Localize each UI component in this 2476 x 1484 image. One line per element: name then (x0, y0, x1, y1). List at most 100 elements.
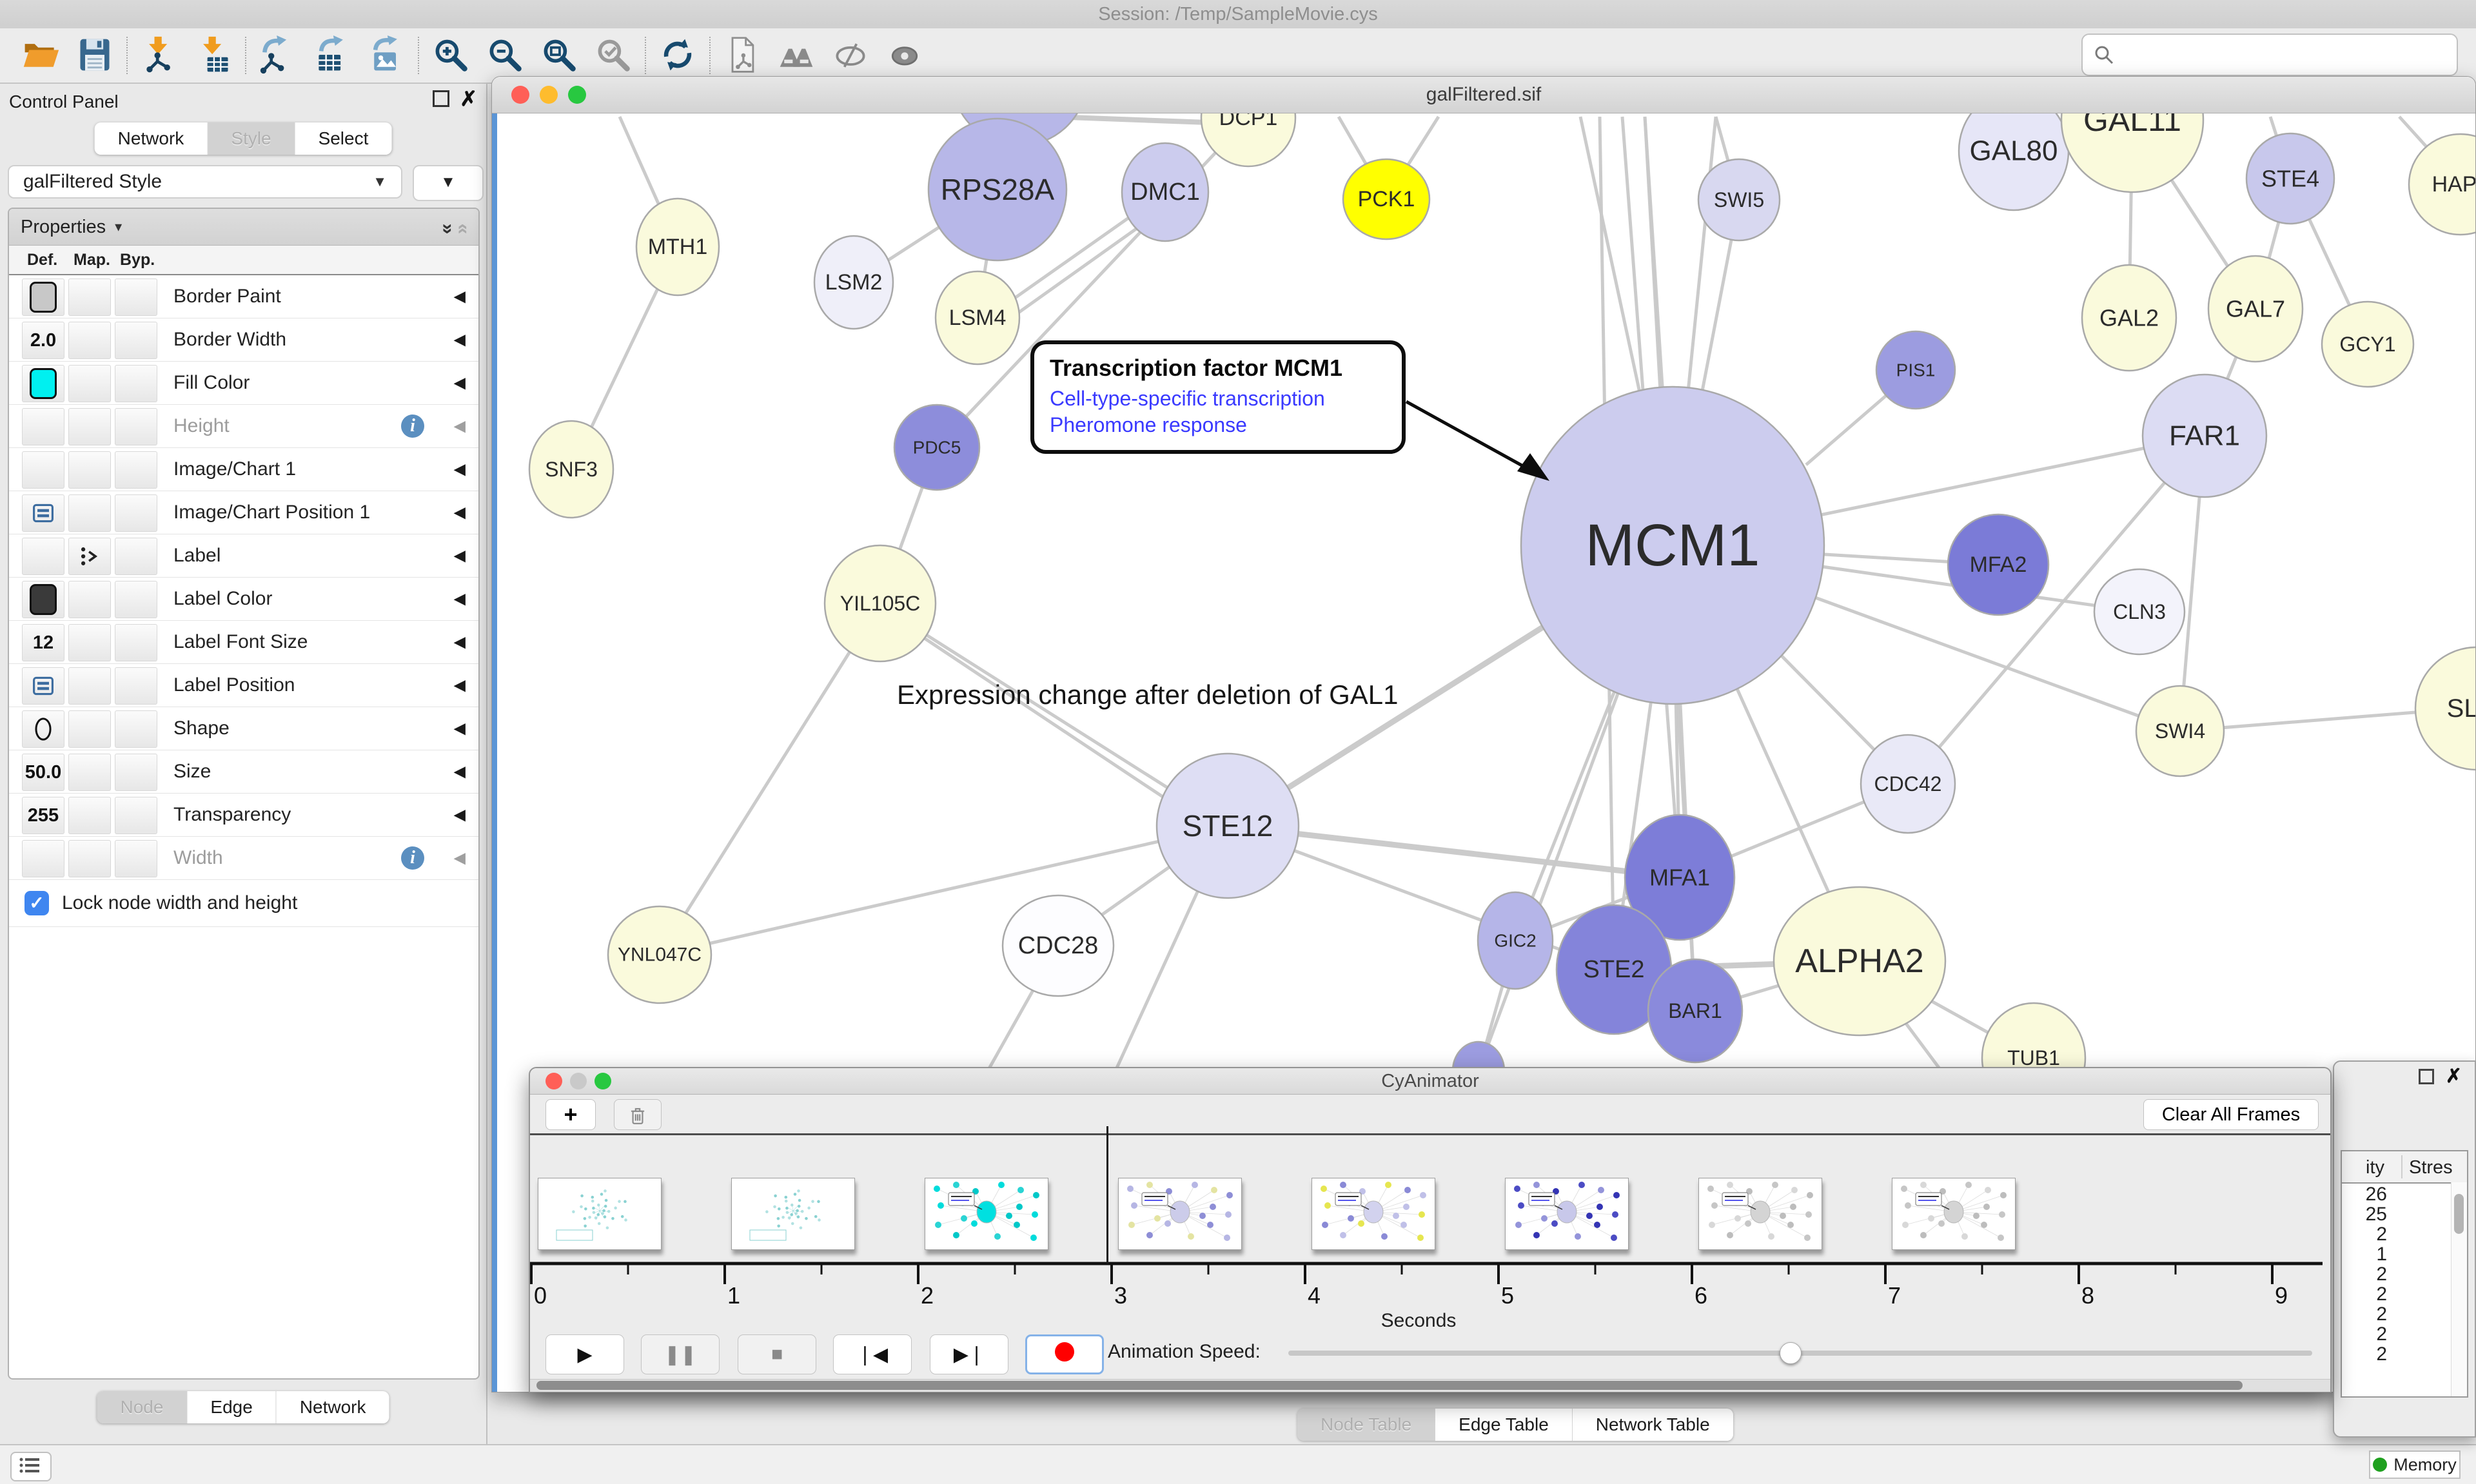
results-row[interactable]: 2 (2342, 1323, 2467, 1343)
style-target-tab-node[interactable]: Node (97, 1391, 187, 1423)
def-value-cell[interactable] (22, 667, 64, 705)
network-node-pis1[interactable]: PIS1 (1876, 331, 1955, 409)
expand-row-icon[interactable]: ◀ (454, 590, 466, 609)
map-value-cell[interactable] (68, 624, 111, 661)
show-details-button[interactable] (883, 34, 926, 77)
def-value-cell[interactable] (22, 408, 64, 445)
frame-thumbnail-1[interactable] (731, 1178, 855, 1250)
expand-row-icon[interactable]: ◀ (454, 460, 466, 479)
results-table-header[interactable]: ity Stres (2342, 1151, 2467, 1184)
expand-row-icon[interactable]: ◀ (454, 331, 466, 349)
network-node-ste4[interactable]: STE4 (2246, 133, 2334, 224)
network-window-titlebar[interactable]: galFiltered.sif (492, 77, 2475, 113)
byp-value-cell[interactable] (115, 451, 157, 489)
network-node-dmc1[interactable]: DMC1 (1122, 143, 1208, 241)
table-tab-edge-table[interactable]: Edge Table (1435, 1409, 1573, 1441)
app-zoom-icon[interactable] (71, 8, 88, 24)
network-node-mcm1[interactable]: MCM1 (1521, 387, 1824, 704)
memory-button[interactable]: Memory (2369, 1450, 2461, 1479)
byp-value-cell[interactable] (115, 797, 157, 834)
byp-value-cell[interactable] (115, 408, 157, 445)
map-value-cell[interactable] (68, 754, 111, 791)
step-backward-button[interactable]: ❘◀ (833, 1334, 912, 1374)
zoom-selected-button[interactable] (592, 34, 634, 77)
results-row[interactable]: 2 (2342, 1264, 2467, 1284)
def-value-cell[interactable] (22, 365, 64, 402)
map-value-cell[interactable] (68, 365, 111, 402)
pause-button[interactable]: ❚❚ (641, 1334, 720, 1374)
timeline-playhead[interactable] (1106, 1126, 1108, 1264)
import-table-button[interactable] (192, 34, 235, 77)
def-value-cell[interactable] (22, 451, 64, 489)
tab-network[interactable]: Network (95, 122, 208, 155)
byp-value-cell[interactable] (115, 624, 157, 661)
network-node-cln3[interactable]: CLN3 (2094, 569, 2185, 654)
property-row-fill-color[interactable]: Fill Color◀ (9, 362, 478, 405)
table-tab-network-table[interactable]: Network Table (1573, 1409, 1733, 1441)
cyanimator-titlebar[interactable]: CyAnimator (530, 1068, 2330, 1095)
style-options-button[interactable]: ▼ (413, 165, 484, 201)
export-table-button[interactable] (311, 34, 353, 77)
property-row-size[interactable]: 50.0Size◀ (9, 750, 478, 794)
map-value-cell[interactable] (68, 581, 111, 618)
zoom-fit-button[interactable] (538, 34, 580, 77)
annotation-link[interactable]: Pheromone response (1050, 413, 1386, 437)
network-node-far1[interactable]: FAR1 (2143, 375, 2266, 497)
def-value-cell[interactable]: 2.0 (22, 322, 64, 359)
window-zoom-icon[interactable] (594, 1073, 611, 1089)
clear-all-frames-button[interactable]: Clear All Frames (2143, 1099, 2319, 1130)
map-value-cell[interactable] (68, 797, 111, 834)
window-close-icon[interactable] (511, 86, 529, 104)
network-node-ste12[interactable]: STE12 (1157, 754, 1299, 898)
results-row[interactable]: 26 (2342, 1184, 2467, 1204)
float-panel-icon[interactable] (433, 90, 449, 107)
tab-style[interactable]: Style (208, 122, 295, 155)
frame-thumbnail-4[interactable] (1312, 1178, 1435, 1250)
window-close-icon[interactable] (545, 1073, 562, 1089)
frame-thumbnail-2[interactable] (925, 1178, 1048, 1250)
play-button[interactable]: ▶ (545, 1334, 624, 1374)
network-node-mfa2[interactable]: MFA2 (1948, 514, 2049, 615)
network-node-gic2[interactable]: GIC2 (1478, 892, 1553, 989)
app-close-icon[interactable] (14, 8, 31, 24)
properties-header[interactable]: Properties ▾ » « (9, 209, 478, 246)
property-row-height[interactable]: Heighti◀ (9, 405, 478, 448)
expand-row-icon[interactable]: ◀ (454, 417, 466, 436)
results-row[interactable]: 2 (2342, 1224, 2467, 1244)
hide-details-button[interactable] (829, 34, 872, 77)
byp-value-cell[interactable] (115, 278, 157, 316)
byp-value-cell[interactable] (115, 538, 157, 575)
network-node-bar1[interactable]: BAR1 (1648, 959, 1742, 1062)
frame-thumbnail-5[interactable] (1505, 1178, 1629, 1250)
network-node-slt2[interactable]: SLT2 (2415, 647, 2476, 770)
network-node-yil105c[interactable]: YIL105C (825, 545, 936, 661)
frame-thumbnail-3[interactable] (1118, 1178, 1242, 1250)
network-document-button[interactable] (721, 34, 763, 77)
network-node-alpha2[interactable]: ALPHA2 (1774, 887, 1945, 1035)
tab-select[interactable]: Select (295, 122, 392, 155)
expand-row-icon[interactable]: ◀ (454, 849, 466, 868)
step-forward-button[interactable]: ▶❘ (930, 1334, 1008, 1374)
map-value-cell[interactable] (68, 451, 111, 489)
frame-thumbnail-6[interactable] (1698, 1178, 1822, 1250)
app-minimize-icon[interactable] (43, 8, 59, 24)
info-icon[interactable]: i (401, 846, 424, 870)
window-minimize-icon[interactable] (570, 1073, 587, 1089)
network-node-cdc28[interactable]: CDC28 (1003, 895, 1114, 996)
expand-row-icon[interactable]: ◀ (454, 374, 466, 393)
network-node-rps28a[interactable]: RPS28A (928, 119, 1066, 260)
zoom-in-button[interactable] (429, 34, 472, 77)
property-row-shape[interactable]: Shape◀ (9, 707, 478, 750)
property-row-border-width[interactable]: 2.0Border Width◀ (9, 318, 478, 362)
network-node-gal80[interactable]: GAL80 (1959, 113, 2068, 210)
property-row-image-chart-1[interactable]: Image/Chart 1◀ (9, 448, 478, 491)
style-target-tab-edge[interactable]: Edge (187, 1391, 276, 1423)
map-value-cell[interactable] (68, 840, 111, 877)
byp-value-cell[interactable] (115, 754, 157, 791)
byp-value-cell[interactable] (115, 494, 157, 532)
search-field[interactable] (2081, 34, 2458, 76)
frame-thumbnail-7[interactable] (1892, 1178, 2016, 1250)
def-value-cell[interactable] (22, 278, 64, 316)
network-node-lsm2[interactable]: LSM2 (814, 236, 893, 329)
def-value-cell[interactable] (22, 581, 64, 618)
